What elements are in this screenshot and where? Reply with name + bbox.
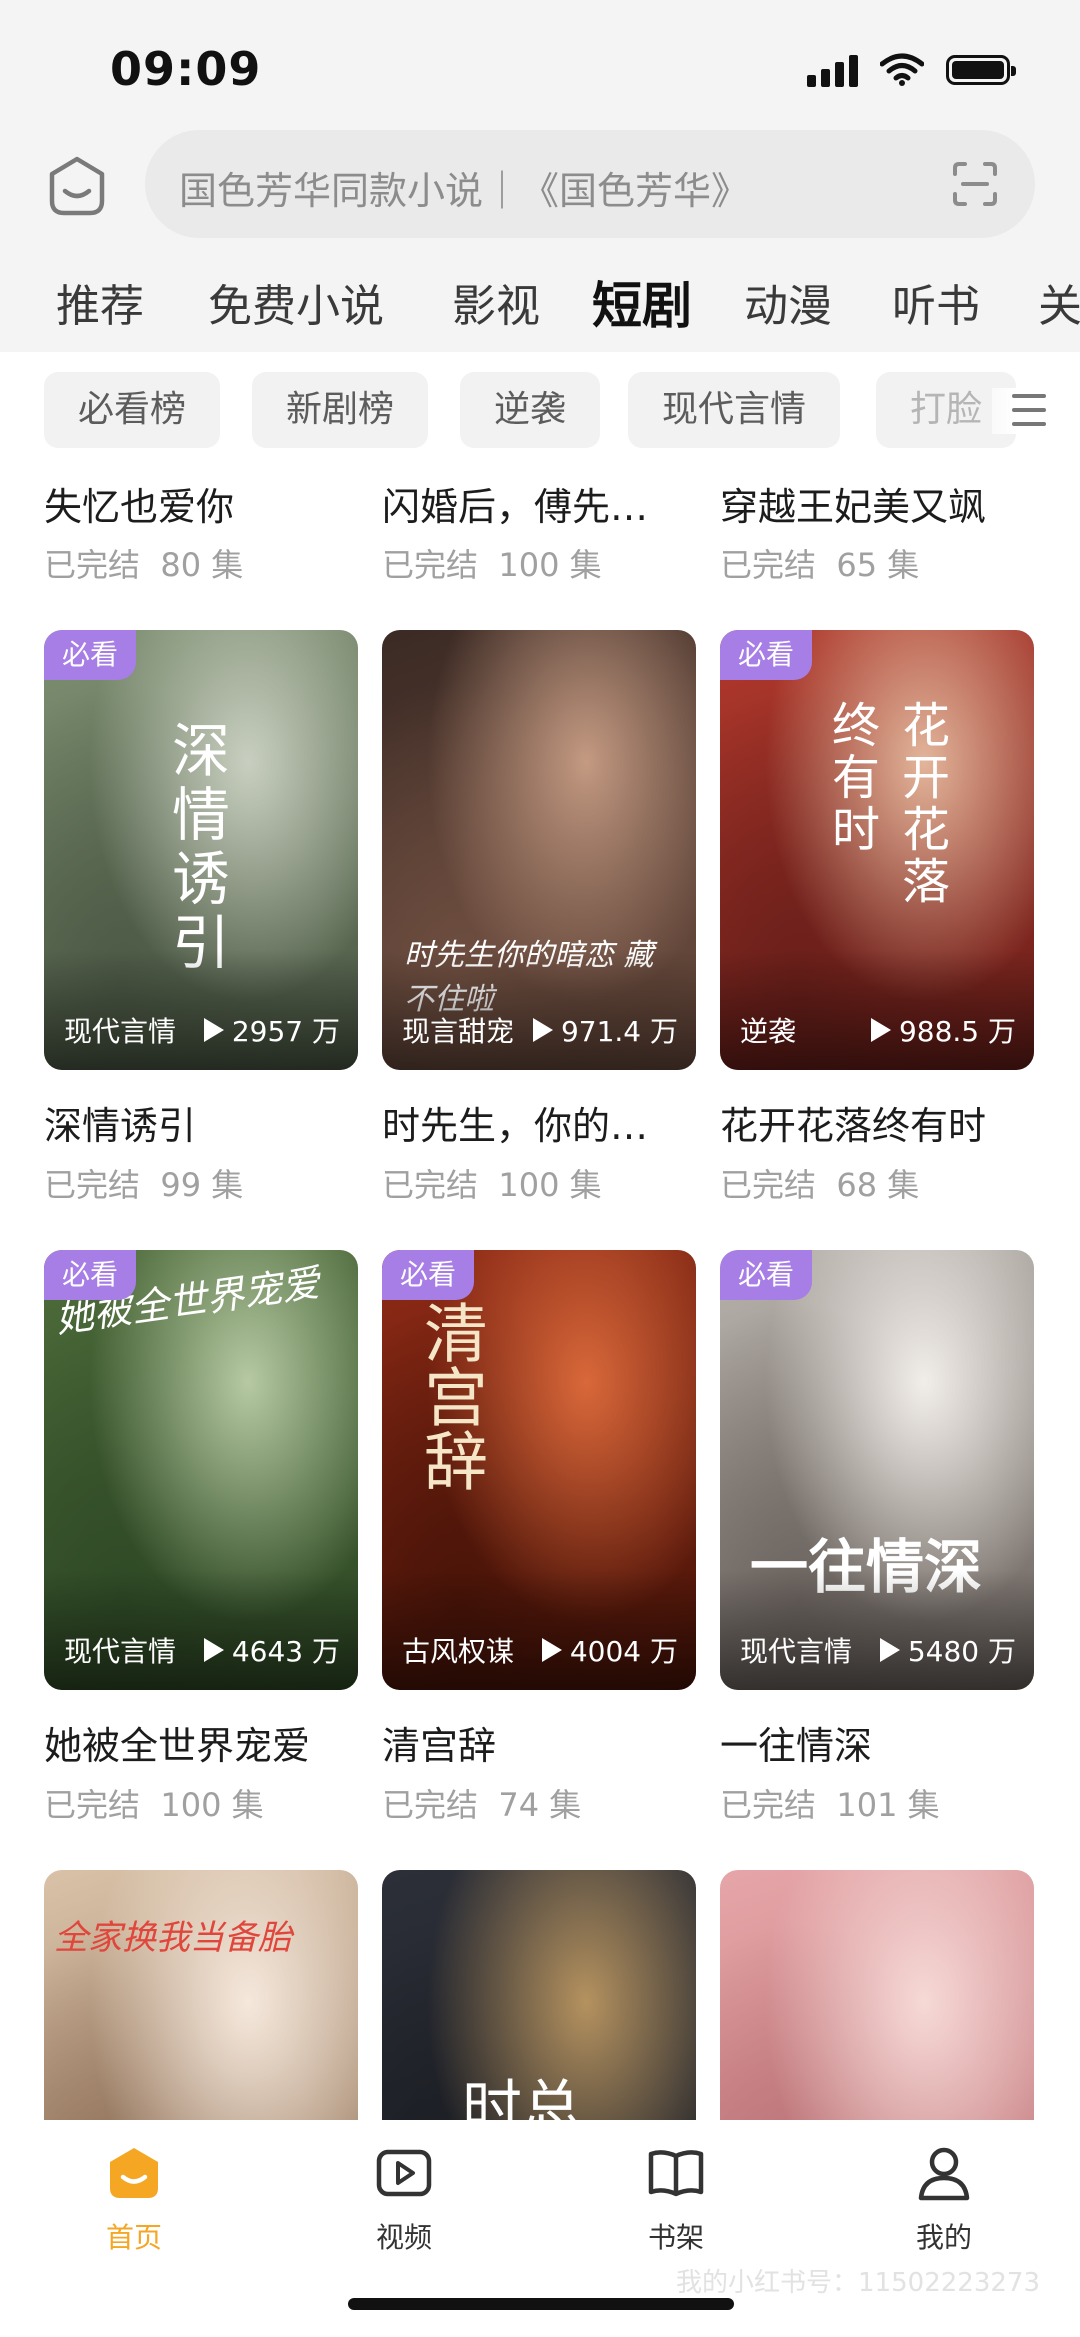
tab-short-drama[interactable]: 短剧 [592,266,692,338]
poster-title: 时总 [462,2074,582,2120]
play-icon [541,1638,562,1662]
drama-meta: 已完结 100 集 [382,1166,602,1204]
drama-title[interactable]: 深情诱引 [44,1095,364,1150]
drama-title[interactable]: 她被全世界宠爱 [44,1715,364,1770]
nav-bookshelf[interactable]: 书架 [606,2142,746,2256]
drama-meta: 已完结 101 集 [720,1786,940,1824]
genre-label: 古风权谋 [402,1635,515,1668]
drama-card[interactable]: 全家换我当备胎 [44,1870,358,2120]
drama-card[interactable]: 清宫辞 必看 古风权谋 4004 万 [382,1250,696,1690]
top-item-title-1[interactable]: 失忆也爱你 [44,476,364,531]
scan-icon[interactable] [951,160,999,208]
cellular-signal-icon [807,53,858,87]
chip-modern-romance[interactable]: 现代言情 [628,372,841,448]
poster-title: 深情诱引 [162,720,230,976]
category-tabs: 推荐 免费小说 影视 短剧 动漫 听书 关 [0,270,1080,340]
play-count: 4004 万 [541,1630,678,1670]
battery-icon [946,55,1016,85]
must-watch-badge: 必看 [720,630,813,680]
nav-profile[interactable]: 我的 [874,2142,1014,2256]
chip-new-drama[interactable]: 新剧榜 [252,372,429,448]
play-count: 4643 万 [203,1630,340,1670]
chip-comeback[interactable]: 逆袭 [460,372,601,448]
drama-title[interactable]: 时先生，你的… [382,1095,702,1150]
search-placeholder: 国色芳华同款小说｜《国色芳华》 [179,169,750,213]
bookshelf-icon [648,2150,704,2197]
search-bar[interactable]: 国色芳华同款小说｜《国色芳华》 [145,130,1035,238]
chip-must-watch[interactable]: 必看榜 [44,372,221,448]
profile-icon [918,2147,970,2201]
tab-recommend[interactable]: 推荐 [56,270,144,334]
play-count: 5480 万 [879,1630,1016,1670]
genre-label: 现代言情 [64,1635,177,1668]
top-item-meta-3: 已完结 65 集 [720,546,920,584]
top-item-title-3[interactable]: 穿越王妃美又飒 [720,476,1040,531]
poster-title: 花开花落 终有时 [823,700,949,908]
tab-film-tv[interactable]: 影视 [452,270,540,334]
nav-video[interactable]: 视频 [334,2142,474,2256]
tab-audiobooks[interactable]: 听书 [892,270,980,334]
drama-meta: 已完结 99 集 [44,1166,244,1204]
chip-menu-icon[interactable] [992,388,1056,434]
top-item-meta-2: 已完结 100 集 [382,546,602,584]
play-icon [203,1638,224,1662]
video-icon [376,2149,432,2197]
drama-feed[interactable]: 失忆也爱你 已完结 80 集 闪婚后，傅先… 已完结 100 集 穿越王妃美又飒… [0,460,1080,2120]
play-icon [879,1638,900,1662]
drama-title[interactable]: 清宫辞 [382,1715,702,1770]
genre-label: 现代言情 [64,1015,177,1048]
must-watch-badge: 必看 [44,630,137,680]
drama-meta: 已完结 74 集 [382,1786,582,1824]
drama-card[interactable]: 花开花落 终有时 必看 逆袭 988.5 万 [720,630,1034,1070]
nav-home[interactable]: 首页 [64,2142,204,2256]
drama-title[interactable]: 一往情深 [720,1715,1040,1770]
play-icon [203,1018,224,1042]
top-item-title-2[interactable]: 闪婚后，傅先… [382,476,702,531]
status-time: 09:09 [110,42,262,96]
watermark: 我的小红书号：11502223273 [676,2268,1040,2298]
play-icon [870,1018,891,1042]
drama-meta: 已完结 100 集 [44,1786,264,1824]
drama-meta: 已完结 68 集 [720,1166,920,1204]
status-icons [807,48,1016,92]
play-icon [532,1018,553,1042]
must-watch-badge: 必看 [720,1250,813,1300]
tab-follow[interactable]: 关 [1038,270,1080,334]
play-count: 971.4 万 [532,1010,678,1050]
drama-card[interactable]: 时先生你的暗恋 藏不住啦 现言甜宠 971.4 万 [382,630,696,1070]
must-watch-badge: 必看 [44,1250,137,1300]
drama-card[interactable]: 她被全世界宠爱 必看 现代言情 4643 万 [44,1250,358,1690]
top-item-meta-1: 已完结 80 集 [44,546,244,584]
drama-card[interactable]: 一往情深 必看 现代言情 5480 万 [720,1250,1034,1690]
drama-card[interactable]: 时总 [382,1870,696,2120]
poster-title: 全家换我当备胎 [54,1918,292,1958]
tab-anime[interactable]: 动漫 [744,270,832,334]
must-watch-badge: 必看 [382,1250,475,1300]
play-count: 2957 万 [203,1010,340,1050]
app-logo-icon[interactable] [46,155,108,217]
wifi-icon [880,53,924,86]
play-count: 988.5 万 [870,1010,1016,1050]
tab-free-novels[interactable]: 免费小说 [208,270,384,334]
genre-label: 现代言情 [740,1635,853,1668]
genre-label: 逆袭 [740,1015,797,1048]
home-icon [110,2148,158,2198]
genre-label: 现言甜宠 [402,1015,515,1048]
drama-card[interactable] [720,1870,1034,2120]
poster-title: 清宫辞 [413,1300,487,1492]
drama-card[interactable]: 深情诱引 必看 现代言情 2957 万 [44,630,358,1070]
home-indicator [348,2298,734,2310]
filter-chips: 必看榜 新剧榜 逆袭 现代言情 打脸 [0,372,1080,450]
drama-title[interactable]: 花开花落终有时 [720,1095,1040,1150]
